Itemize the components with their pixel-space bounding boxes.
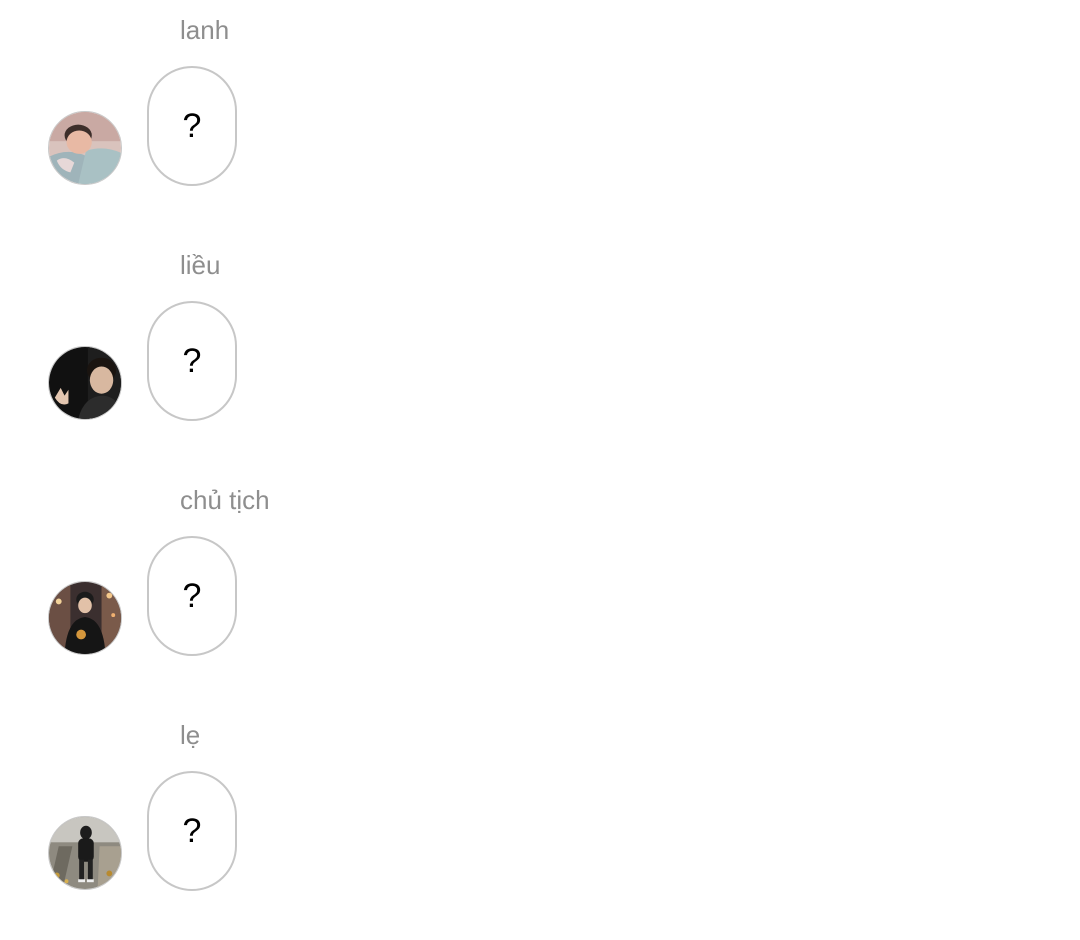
sender-name: chủ tịch (180, 485, 270, 515)
message-text: ? (182, 342, 202, 380)
message-text: ? (182, 812, 202, 850)
avatar[interactable] (48, 111, 122, 185)
message-group: liều ? (0, 235, 1080, 470)
sender-name: lanh (180, 15, 230, 45)
message-text: ? (182, 577, 202, 615)
message-group: lẹ ? (0, 705, 1080, 940)
message-group: chủ tịch ? (0, 470, 1080, 705)
sender-name: lẹ (180, 720, 201, 750)
message-bubble[interactable]: ? (147, 536, 237, 656)
message-group: lanh ? (0, 0, 1080, 235)
avatar-image (49, 347, 121, 419)
message-text: ? (182, 107, 202, 145)
avatar[interactable] (48, 816, 122, 890)
message-bubble[interactable]: ? (147, 66, 237, 186)
sender-name: liều (180, 250, 221, 280)
message-bubble[interactable]: ? (147, 771, 237, 891)
avatar-image (49, 582, 121, 654)
avatar[interactable] (48, 346, 122, 420)
avatar[interactable] (48, 581, 122, 655)
avatar-image (49, 112, 121, 184)
message-bubble[interactable]: ? (147, 301, 237, 421)
avatar-image (49, 817, 121, 889)
